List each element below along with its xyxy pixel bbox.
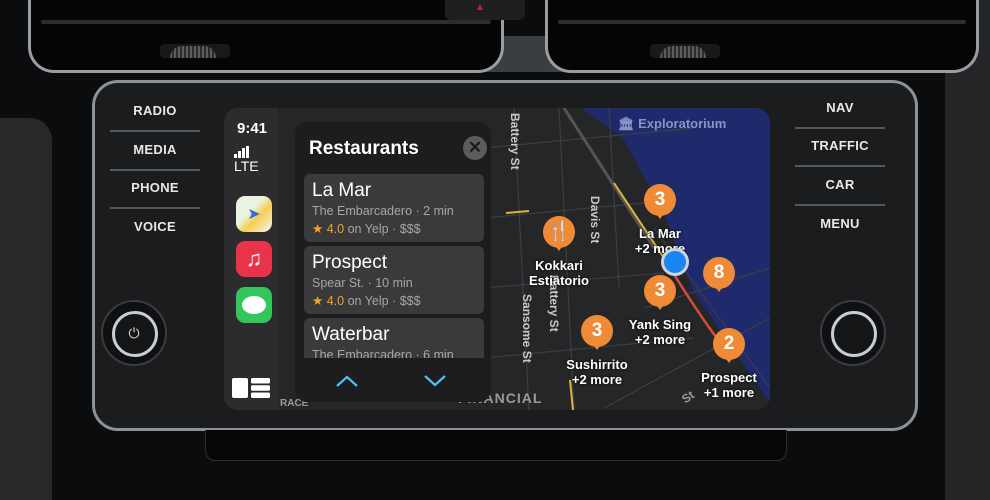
- landmark-exploratorium[interactable]: 🏛 Exploratorium: [618, 116, 726, 132]
- pin-label: Yank Sing +2 more: [628, 317, 692, 347]
- pin-label: Prospect +1 more: [701, 370, 757, 400]
- map-pin-yank-sing[interactable]: 3 Yank Sing +2 more: [629, 275, 691, 347]
- music-app-icon[interactable]: ♫: [236, 241, 272, 277]
- list-item-prospect[interactable]: Prospect Spear St. · 10 min ★ 4.0 on Yel…: [304, 246, 484, 314]
- street-label: Battery St: [508, 113, 522, 170]
- maps-app-icon[interactable]: ➤: [236, 196, 272, 232]
- scroll-down-button[interactable]: [415, 368, 455, 394]
- air-vent-right[interactable]: [545, 0, 979, 73]
- dashboard-icon[interactable]: [232, 378, 270, 398]
- restaurant-list[interactable]: La Mar The Embarcadero · 2 min ★ 4.0 on …: [304, 174, 484, 358]
- street-label: Davis St: [588, 196, 602, 244]
- list-item-waterbar[interactable]: Waterbar The Embarcadero · 6 min: [304, 318, 484, 358]
- scroll-up-button[interactable]: [327, 368, 367, 394]
- dashboard-leather-left: [0, 118, 52, 500]
- close-button[interactable]: ✕: [463, 136, 487, 160]
- lower-slot: [205, 430, 787, 461]
- nav-button[interactable]: NAV: [795, 89, 885, 129]
- restaurants-panel: Restaurants ✕ La Mar The Embarcadero · 2…: [295, 122, 491, 402]
- radio-button[interactable]: RADIO: [110, 92, 200, 132]
- pin-label: Sushirrito +2 more: [566, 357, 628, 387]
- car-button[interactable]: CAR: [795, 166, 885, 206]
- map-pin-8[interactable]: 8: [703, 257, 735, 292]
- hazard-icon: ▲: [475, 2, 485, 13]
- carplay-screen: 🏛 Exploratorium Battery St Davis St Sans…: [224, 108, 770, 410]
- phone-button[interactable]: PHONE: [110, 169, 200, 209]
- carplay-dock: 9:41 LTE ➤ ♫: [224, 108, 278, 410]
- media-button[interactable]: MEDIA: [110, 131, 200, 171]
- fork-knife-icon: 🍴: [543, 216, 575, 251]
- map-pin-kokkari[interactable]: 🍴 Kokkari Estiatorio: [529, 216, 589, 288]
- star-icon: ★: [312, 222, 324, 236]
- list-item-la-mar[interactable]: La Mar The Embarcadero · 2 min ★ 4.0 on …: [304, 174, 484, 242]
- signal-bars-icon: [234, 146, 249, 158]
- menu-button[interactable]: MENU: [795, 205, 885, 243]
- signal-status: LTE: [234, 142, 278, 174]
- star-icon: ★: [312, 294, 324, 308]
- speech-bubble-icon: [242, 296, 266, 314]
- map-pin-la-mar[interactable]: 3 La Mar +2 more: [635, 184, 685, 256]
- speaker-left: [160, 44, 230, 58]
- map-pin-prospect[interactable]: 2 Prospect +1 more: [701, 328, 757, 400]
- chevron-down-icon: [424, 375, 446, 387]
- messages-app-icon[interactable]: [236, 287, 272, 323]
- pin-label: Kokkari Estiatorio: [529, 258, 589, 288]
- power-volume-knob[interactable]: ⏻: [101, 300, 167, 366]
- chevron-up-icon: [336, 375, 358, 387]
- close-icon: ✕: [467, 138, 483, 157]
- status-time: 9:41: [236, 120, 268, 137]
- speaker-right: [650, 44, 720, 58]
- power-icon: ⏻: [128, 324, 140, 341]
- hazard-button[interactable]: ▲: [445, 0, 525, 20]
- voice-button[interactable]: VOICE: [110, 208, 200, 246]
- panel-title: Restaurants: [309, 138, 419, 159]
- current-location-dot: [661, 248, 689, 276]
- museum-icon: 🏛: [618, 116, 635, 131]
- street-label: Sansome St: [520, 294, 534, 363]
- air-vent-left[interactable]: [28, 0, 504, 73]
- tune-knob[interactable]: [820, 300, 886, 366]
- map-pin-sushirrito[interactable]: 3 Sushirrito +2 more: [566, 315, 628, 387]
- dashboard-leather-right: [945, 0, 990, 500]
- traffic-button[interactable]: TRAFFIC: [795, 127, 885, 167]
